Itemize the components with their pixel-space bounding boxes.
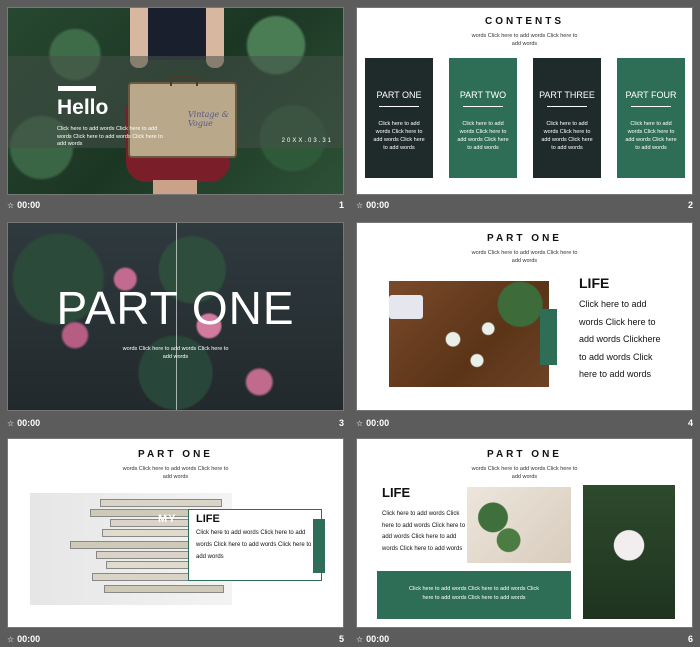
title-accent-bar [58, 86, 96, 91]
slide-meta-3: ☆ 00:00 3 [7, 416, 344, 430]
slide-number: 3 [338, 418, 344, 428]
contents-card-3[interactable]: PART THREE Click here to add words Click… [533, 58, 601, 178]
star-icon: ☆ [7, 201, 15, 210]
slide-number: 6 [687, 634, 693, 644]
slide-meta-6: ☆ 00:00 6 [356, 632, 693, 646]
slide-meta-1: ☆ 00:00 1 [7, 198, 344, 212]
slide-title: PART ONE [487, 449, 562, 460]
star-icon: ☆ [7, 419, 15, 428]
slide-number: 4 [687, 418, 693, 428]
plant-photo [467, 487, 571, 563]
contents-card-1[interactable]: PART ONE Click here to add words Click h… [365, 58, 433, 178]
slide-number: 2 [687, 200, 693, 210]
desk-photo [389, 281, 549, 387]
section-title: PART ONE [56, 282, 295, 334]
slide-time: 00:00 [17, 200, 41, 210]
slide-subtitle: words Click here to add words Click here… [122, 466, 229, 480]
book-spine [104, 585, 224, 593]
slide-thumbnail-4[interactable]: PART ONE words Click here to add words C… [356, 222, 693, 411]
slide-meta-4: ☆ 00:00 4 [356, 416, 693, 430]
slide-title: Hello [57, 96, 109, 119]
star-icon: ☆ [356, 419, 364, 428]
card-title: PART FOUR [625, 90, 677, 100]
slide-thumbnail-6[interactable]: PART ONE words Click here to add words C… [356, 438, 693, 628]
card-text: Click here to add words Click here to ad… [457, 121, 509, 151]
slide-subtitle: words Click here to add words Click here… [471, 250, 578, 264]
card-title: PART TWO [459, 90, 507, 100]
suitcase-handle [170, 76, 198, 86]
slide-title: PART ONE [138, 449, 213, 460]
book-spine [100, 499, 222, 507]
slide-time: 00:00 [366, 634, 390, 644]
slide-time: 00:00 [17, 418, 41, 428]
card-title: PART THREE [539, 90, 595, 100]
green-accent-block [313, 519, 325, 573]
slide-text: Click here to add words Click here to ad… [57, 126, 163, 147]
slide-thumbnail-3[interactable]: PART ONE words Click here to add words C… [7, 222, 344, 411]
green-text-bar: Click here to add words Click here to ad… [377, 571, 571, 619]
slide-title: CONTENTS [485, 16, 564, 27]
life-text: Click here to add words Click here to ad… [196, 530, 312, 560]
life-heading: LIFE [579, 275, 610, 291]
life-heading: LIFE [196, 513, 220, 525]
slide-subtitle: words Click here to add words Click here… [471, 466, 578, 480]
life-text: Click here to add words Click here to ad… [382, 511, 466, 552]
card-title: PART ONE [376, 90, 422, 100]
slide-number: 5 [338, 634, 344, 644]
slide-time: 00:00 [17, 634, 41, 644]
card-divider [379, 106, 419, 107]
slide-meta-5: ☆ 00:00 5 [7, 632, 344, 646]
slide-title: PART ONE [487, 233, 562, 244]
life-heading: LIFE [382, 485, 411, 500]
flower-photo [583, 485, 675, 619]
slide-time: 00:00 [366, 200, 390, 210]
card-divider [631, 106, 671, 107]
person-top [146, 8, 208, 60]
bar-text: Click here to add words Click here to ad… [409, 586, 539, 601]
slide-date: 20XX.03.31 [281, 138, 333, 144]
card-divider [463, 106, 503, 107]
slide-thumbnail-1[interactable]: Vintage & Vogue Hello Click here to add … [7, 7, 344, 195]
paint-tray [389, 295, 423, 319]
star-icon: ☆ [7, 635, 15, 644]
slide-number: 1 [338, 200, 344, 210]
contents-card-2[interactable]: PART TWO Click here to add words Click h… [449, 58, 517, 178]
card-text: Click here to add words Click here to ad… [373, 121, 425, 151]
contents-card-4[interactable]: PART FOUR Click here to add words Click … [617, 58, 685, 178]
card-text: Click here to add words Click here to ad… [625, 121, 677, 151]
star-icon: ☆ [356, 201, 364, 210]
slide-meta-2: ☆ 00:00 2 [356, 198, 693, 212]
card-text: Click here to add words Click here to ad… [541, 121, 593, 151]
life-text: Click here to add words Click here to ad… [579, 299, 661, 379]
green-accent-block [540, 309, 557, 365]
star-icon: ☆ [356, 635, 364, 644]
slide-time: 00:00 [366, 418, 390, 428]
card-divider [547, 106, 587, 107]
slide-subtitle: words Click here to add words Click here… [471, 33, 578, 47]
slide-thumbnail-2[interactable]: CONTENTS words Click here to add words C… [356, 7, 693, 195]
person-legs [153, 180, 197, 194]
slide-thumbnail-5[interactable]: PART ONE words Click here to add words C… [7, 438, 344, 628]
suitcase-brand: Vintage & Vogue [188, 110, 229, 128]
image-overlay-text: MY [158, 513, 177, 525]
section-subtitle: words Click here to add words Click here… [122, 346, 229, 360]
